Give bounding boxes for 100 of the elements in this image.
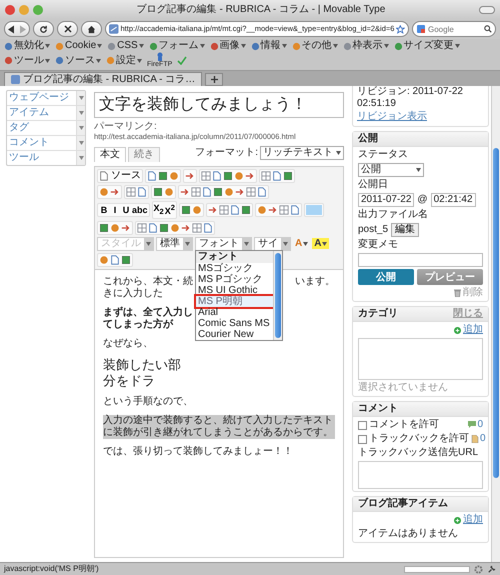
- circle-icon[interactable]: [99, 187, 109, 197]
- bookmark-menu[interactable]: Cookie: [55, 40, 102, 52]
- style-dropdown[interactable]: 標準: [156, 236, 193, 251]
- arrow-icon[interactable]: [121, 222, 131, 233]
- arrow-icon[interactable]: [208, 204, 218, 215]
- memo-field[interactable]: [358, 253, 483, 267]
- bookmark-menu[interactable]: ツール: [4, 54, 50, 66]
- arrow-icon[interactable]: [235, 187, 245, 197]
- square-icon[interactable]: [153, 187, 163, 197]
- trackback-url-field[interactable]: [358, 461, 483, 489]
- new-tab-button[interactable]: [205, 73, 224, 86]
- color-swatch[interactable]: [306, 204, 322, 215]
- checkbox[interactable]: [358, 420, 367, 430]
- font-option[interactable]: MS UI Gothic: [196, 284, 273, 296]
- bookmark-menu[interactable]: 無効化: [4, 40, 50, 52]
- format-button[interactable]: B: [99, 204, 109, 215]
- bookmark-menu[interactable]: 枠表示: [342, 40, 389, 52]
- bookmark-menu[interactable]: 画像: [210, 40, 246, 52]
- editor-tab[interactable]: 続き: [128, 147, 160, 162]
- grid-icon[interactable]: [201, 171, 211, 181]
- bookmark-menu[interactable]: フォーム: [148, 40, 205, 52]
- format-button[interactable]: I: [110, 204, 120, 215]
- font-option[interactable]: Comic Sans MS: [196, 318, 273, 329]
- arrow-icon[interactable]: [268, 204, 278, 215]
- format-button[interactable]: X$_{2}$: [154, 203, 164, 217]
- document-icon[interactable]: [203, 222, 213, 233]
- edit-button[interactable]: 編集: [391, 223, 420, 237]
- circle-icon[interactable]: [234, 171, 244, 181]
- home-button[interactable]: [81, 21, 102, 37]
- circle-icon[interactable]: [110, 222, 120, 233]
- search-engine-icon[interactable]: [416, 24, 426, 34]
- title-field[interactable]: 文字を装飾してみましょう！: [94, 92, 344, 118]
- square-icon[interactable]: [180, 204, 191, 215]
- count-link[interactable]: 0: [477, 419, 483, 431]
- time-field[interactable]: 02:21:42: [430, 193, 476, 207]
- search-icon[interactable]: [484, 25, 492, 33]
- square-icon[interactable]: [213, 187, 223, 197]
- document-icon[interactable]: [148, 222, 158, 233]
- arrow-icon[interactable]: [181, 222, 191, 233]
- document-icon[interactable]: [110, 254, 120, 265]
- sidebar-item[interactable]: コメント: [9, 137, 49, 149]
- square-icon[interactable]: [223, 171, 233, 181]
- bookmark-menu[interactable]: その他: [292, 40, 338, 52]
- menu-scrollbar[interactable]: [273, 250, 282, 340]
- circle-icon[interactable]: [192, 204, 202, 215]
- font-option[interactable]: MS P明朝: [196, 296, 273, 307]
- sidebar-item[interactable]: ウェブページ: [9, 92, 69, 104]
- square-icon[interactable]: [240, 204, 251, 215]
- square-icon[interactable]: [99, 222, 109, 233]
- gear-icon[interactable]: [474, 564, 483, 574]
- font-option[interactable]: Courier New: [196, 328, 273, 340]
- check-icon[interactable]: [177, 56, 188, 65]
- grid-icon[interactable]: [137, 222, 147, 233]
- count-link[interactable]: 0: [480, 433, 486, 445]
- date-field[interactable]: 2011-07-22: [358, 193, 414, 207]
- grid-icon[interactable]: [191, 187, 201, 197]
- dropdown-button[interactable]: [76, 91, 85, 105]
- grid-icon[interactable]: [261, 171, 271, 181]
- circle-icon[interactable]: [170, 222, 180, 233]
- publish-button[interactable]: 公開: [358, 269, 414, 285]
- grid-icon[interactable]: [126, 187, 136, 197]
- font-option[interactable]: MS Pゴシック: [196, 274, 273, 285]
- stop-button[interactable]: [57, 21, 78, 37]
- grid-icon[interactable]: [278, 204, 289, 215]
- arrow-icon[interactable]: [180, 187, 190, 197]
- scrollbar[interactable]: [491, 86, 500, 562]
- bookmark-menu[interactable]: 情報: [250, 40, 287, 52]
- sidebar-item[interactable]: タグ: [9, 122, 29, 134]
- document-icon[interactable]: [230, 204, 240, 215]
- grid-icon[interactable]: [192, 222, 202, 233]
- revision-link[interactable]: リビジョン表示: [357, 111, 427, 123]
- square-icon[interactable]: [121, 254, 131, 265]
- sidebar-item[interactable]: ツール: [9, 152, 39, 164]
- format-select[interactable]: リッチテキスト: [260, 146, 344, 160]
- grid-icon[interactable]: [218, 204, 229, 215]
- dropdown-button[interactable]: [76, 106, 85, 120]
- circle-icon[interactable]: [256, 204, 267, 215]
- checkbox[interactable]: [358, 434, 367, 444]
- document-icon[interactable]: [290, 204, 300, 215]
- arrow-icon[interactable]: [185, 171, 195, 181]
- search-field[interactable]: Google: [412, 21, 496, 37]
- circle-icon[interactable]: [169, 171, 179, 181]
- style-dropdown[interactable]: フォント: [195, 236, 252, 251]
- bookmark-menu[interactable]: ソース: [55, 54, 101, 66]
- dropdown-button[interactable]: [76, 121, 85, 135]
- browser-tab[interactable]: ブログ記事の編集 - RUBRICA - コラ…: [4, 72, 202, 86]
- highlight-color-button[interactable]: A: [312, 238, 330, 250]
- sidebar-item[interactable]: アイテム: [9, 107, 49, 119]
- circle-icon[interactable]: [224, 187, 234, 197]
- arrow-icon[interactable]: [110, 187, 120, 197]
- bookmark-menu[interactable]: CSS: [107, 40, 144, 52]
- circle-icon[interactable]: [99, 254, 109, 265]
- square-icon[interactable]: [158, 171, 168, 181]
- bookmark-menu[interactable]: サイズ変更: [394, 40, 460, 52]
- format-button[interactable]: U: [121, 204, 131, 215]
- add-link[interactable]: 追加: [463, 324, 483, 336]
- dropdown-button[interactable]: [76, 136, 85, 150]
- arrow-icon[interactable]: [245, 171, 255, 181]
- back-forward-button[interactable]: [4, 21, 30, 37]
- circle-icon[interactable]: [164, 187, 174, 197]
